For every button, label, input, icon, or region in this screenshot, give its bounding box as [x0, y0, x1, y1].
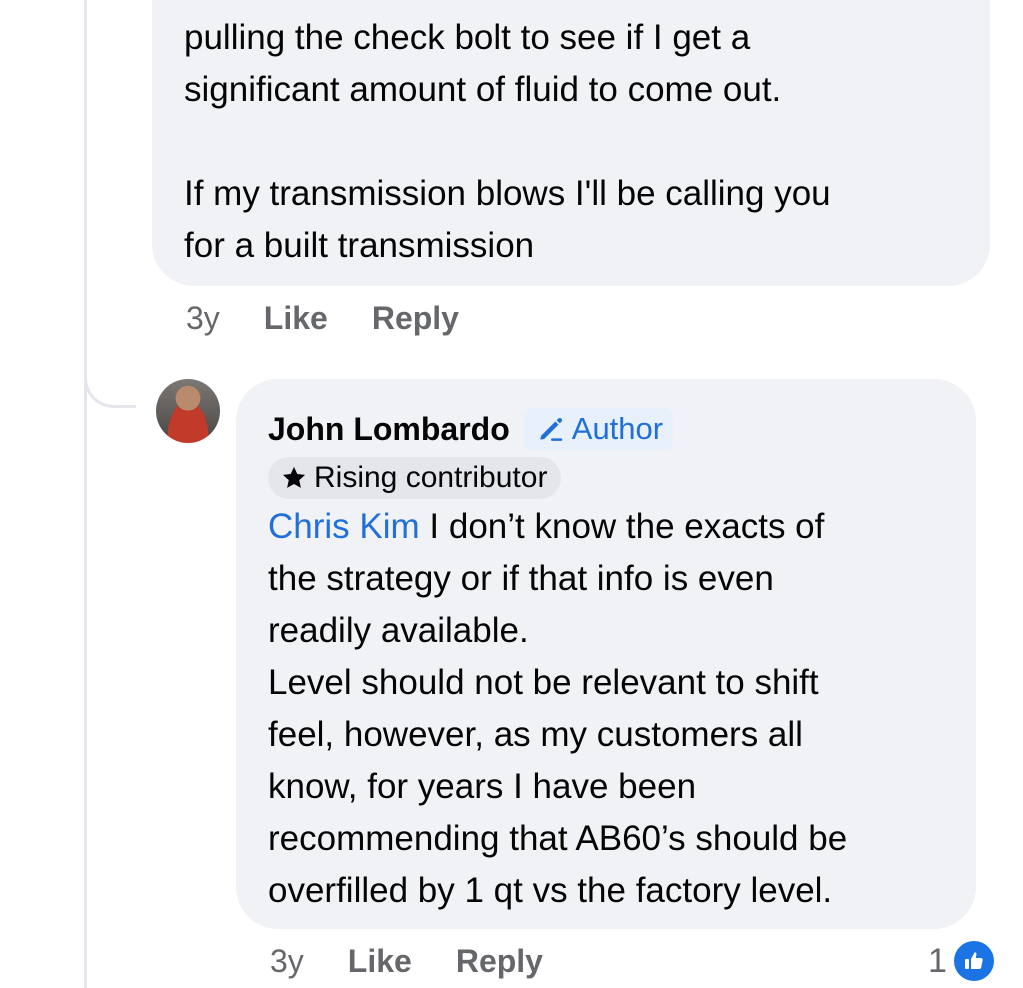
reply-reply-button[interactable]: Reply: [456, 943, 543, 980]
contributor-badge-label: Rising contributor: [314, 461, 548, 494]
reply-comment-body: I don’t know the exacts of the strategy …: [268, 507, 848, 910]
author-line: John Lombardo Author: [268, 407, 944, 451]
thumbs-up-icon: [950, 938, 997, 984]
parent-like-button[interactable]: Like: [264, 300, 328, 337]
reply-comment-timestamp[interactable]: 3y: [270, 943, 304, 980]
reply-comment-text: Chris Kim I don’t know the exacts of the…: [268, 501, 944, 917]
mention-link[interactable]: Chris Kim: [268, 507, 420, 546]
parent-comment-bubble: pulling the check bolt to see if I get a…: [152, 0, 990, 286]
star-icon: [282, 466, 306, 488]
author-badge-label: Author: [571, 411, 664, 446]
parent-comment-actions: 3y Like Reply: [186, 300, 503, 337]
avatar[interactable]: [156, 379, 220, 443]
reaction-count: 1: [928, 941, 947, 980]
pencil-icon: [540, 417, 563, 441]
author-name[interactable]: John Lombardo: [268, 411, 510, 448]
thread-connector: [84, 300, 136, 408]
reaction-summary[interactable]: 1: [928, 938, 997, 984]
contributor-badge: Rising contributor: [268, 457, 562, 499]
parent-comment-text: pulling the check bolt to see if I get a…: [184, 18, 831, 265]
thread-line: [84, 0, 87, 988]
author-badge: Author: [523, 408, 674, 450]
parent-reply-button[interactable]: Reply: [372, 300, 459, 337]
reply-like-button[interactable]: Like: [348, 943, 412, 980]
reply-comment-bubble: John Lombardo Author Rising contributor …: [236, 379, 976, 929]
reply-comment-actions: 3y Like Reply: [270, 943, 587, 980]
parent-comment-timestamp[interactable]: 3y: [186, 300, 220, 337]
